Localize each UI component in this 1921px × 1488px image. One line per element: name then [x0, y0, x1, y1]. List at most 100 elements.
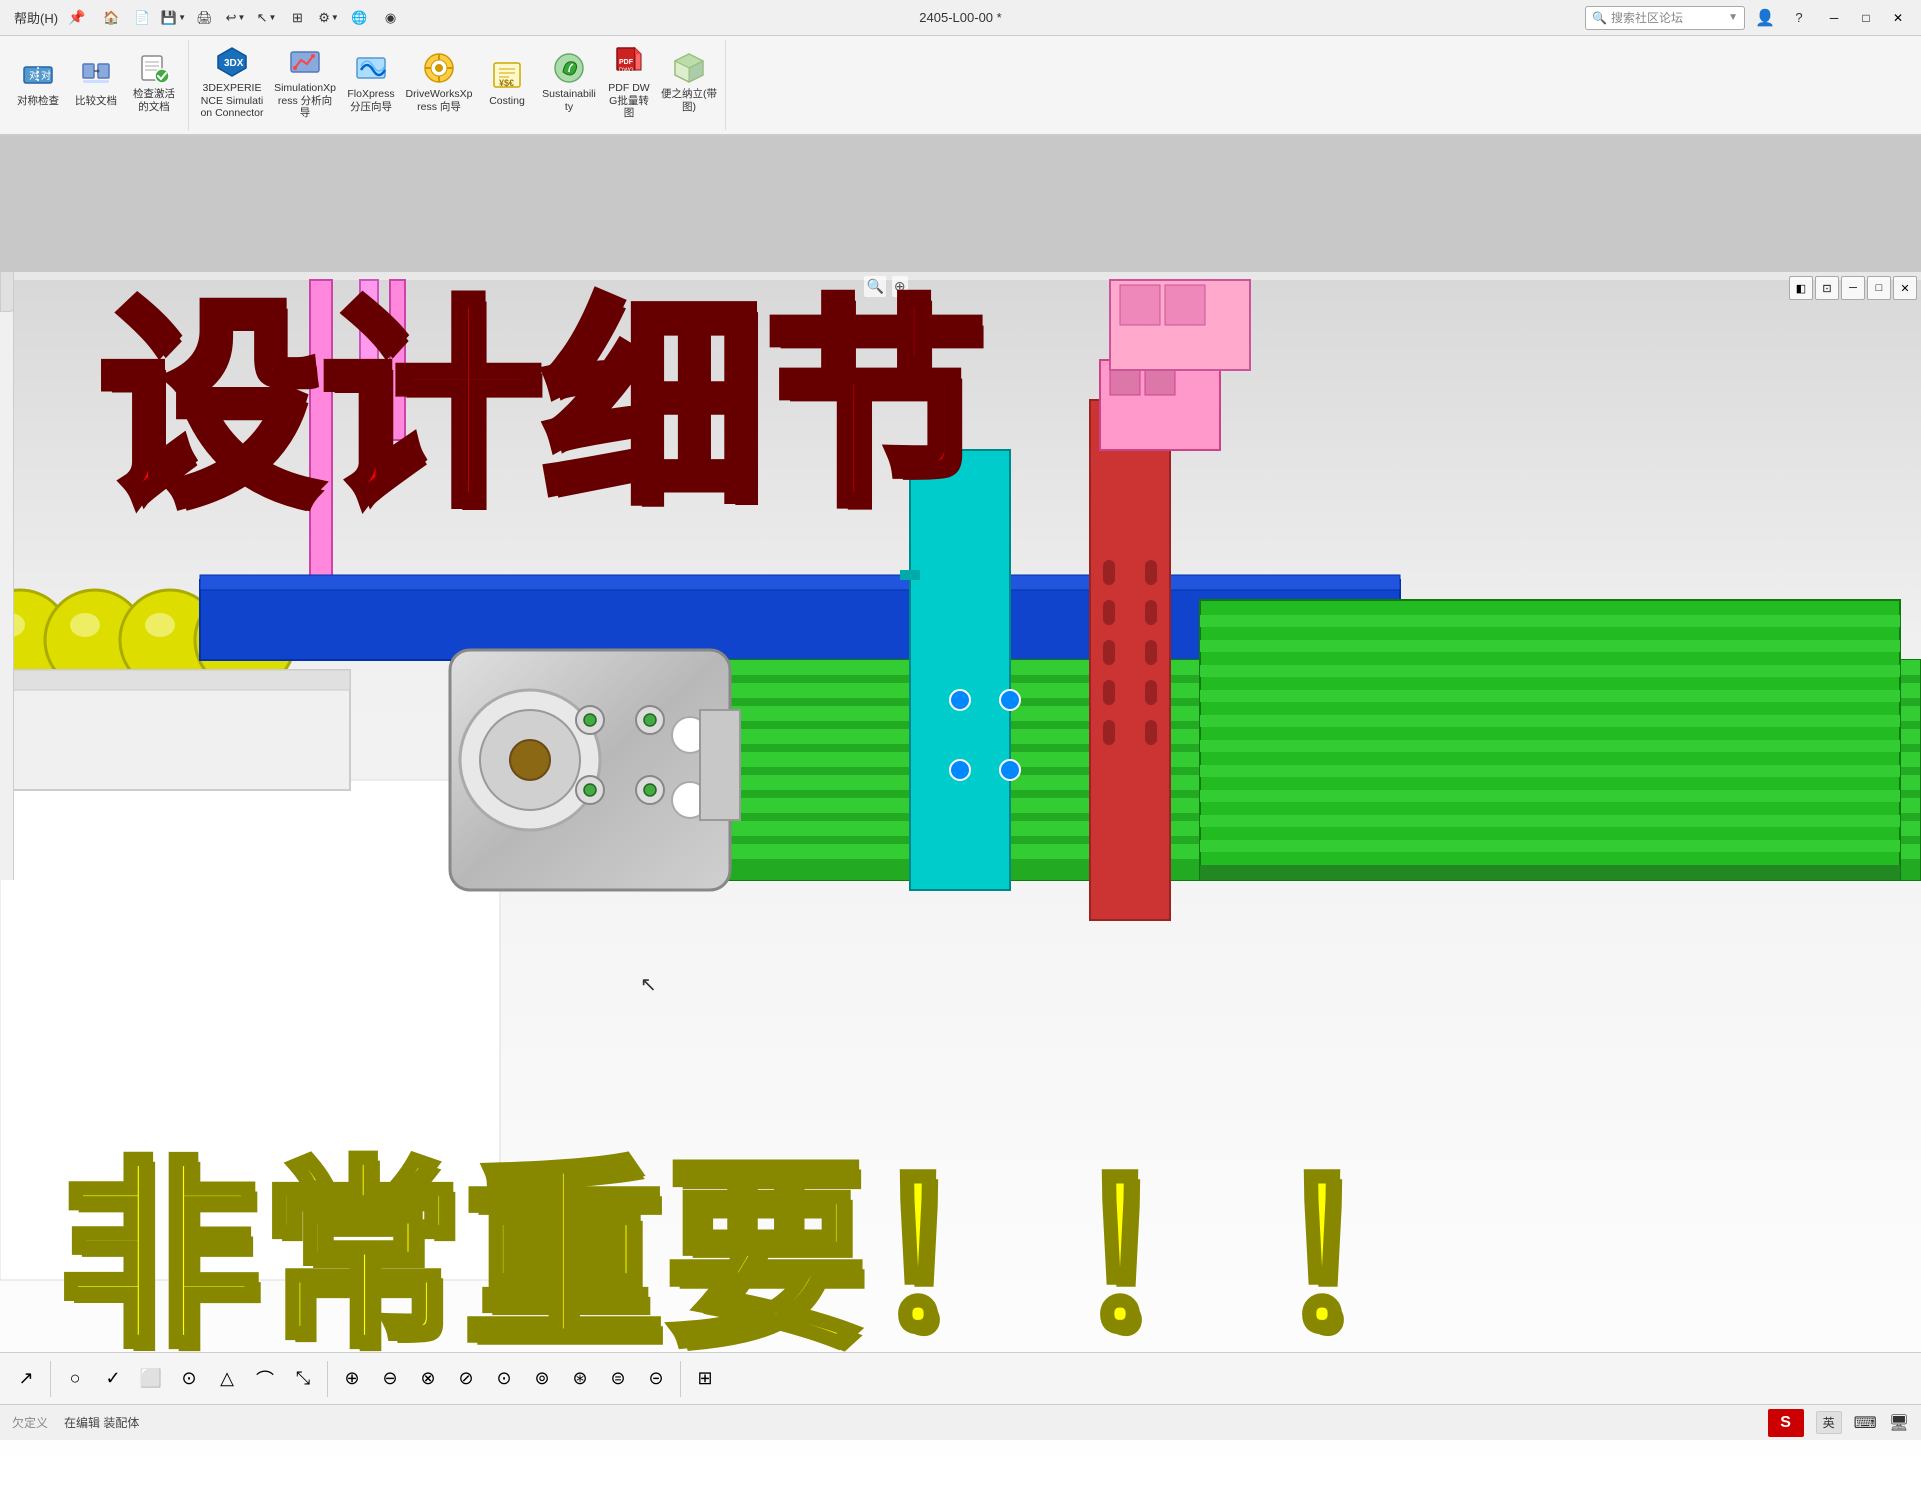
tool-symmetry-check[interactable]: 对 对 对称检查: [10, 42, 66, 122]
toolbar-group-symmetry: 对 对 对称检查 比较文档: [4, 40, 189, 130]
status-spelling: 欠定义: [12, 1414, 48, 1431]
toolbar: 对 对 对称检查 比较文档: [0, 36, 1921, 136]
tool-simulation-xpress[interactable]: SimulationXpress 分析向导: [271, 42, 339, 122]
bt-circle[interactable]: ○: [57, 1359, 93, 1399]
bt-resize[interactable]: ⤡: [285, 1359, 321, 1399]
tool-sustainability[interactable]: Sustainability: [539, 42, 599, 122]
bt-add[interactable]: ⊕: [334, 1359, 370, 1399]
viewport-minimize-btn[interactable]: ─: [1841, 276, 1865, 300]
help-icon[interactable]: ?: [1785, 4, 1813, 32]
titlebar: 帮助(H) 📌 🏠 📄 💾▼ 🖨 ↩▼ ↖▼ ⊞ ⚙▼ 🌐 ◉ 2405-L00…: [0, 0, 1921, 36]
bt-rect[interactable]: ⬜: [133, 1359, 169, 1399]
titlebar-center: 2405-L00-00 *: [919, 10, 1001, 25]
tool-立体图-label: 便之纳立(带图): [661, 88, 717, 113]
tool-pdf-dwg[interactable]: PDF DWG PDF DWG批量转图: [603, 42, 655, 122]
svg-text:¥$€: ¥$€: [499, 78, 514, 88]
cad-canvas[interactable]: ◧ ⊡ ─ □ ✕ 🔍 ⊕ ◄ 设计细节 非常重要！！！ ↖: [0, 272, 1921, 1488]
bt-cursor[interactable]: ↗: [8, 1359, 44, 1399]
statusbar: 欠定义 在编辑 装配体 S 英 ⌨ 🖥: [0, 1404, 1921, 1440]
canvas-top-tools: 🔍 ⊕: [864, 276, 907, 297]
cursor-icon[interactable]: ↖▼: [252, 4, 280, 32]
viewport-close-btn[interactable]: ✕: [1893, 276, 1917, 300]
toolbar-group-xpress: 3DX 3DEXPERIENCE Simulation Connector Si…: [191, 40, 726, 130]
tool-3dexperience-label: 3DEXPERIENCE Simulation Connector: [199, 82, 265, 120]
maximize-btn[interactable]: □: [1851, 4, 1881, 32]
cad-model: [0, 272, 1921, 1488]
bt-empty[interactable]: ⊘: [448, 1359, 484, 1399]
search-placeholder: 搜索社区论坛: [1611, 9, 1683, 26]
bt-ring[interactable]: ⊚: [524, 1359, 560, 1399]
tool-simulation-label: SimulationXpress 分析向导: [273, 82, 337, 120]
svg-text:PDF: PDF: [619, 59, 634, 66]
grid-icon[interactable]: ⊞: [283, 4, 311, 32]
bt-tri[interactable]: △: [209, 1359, 245, 1399]
bt-minus-circle[interactable]: ⊝: [638, 1359, 674, 1399]
svg-text:对: 对: [29, 69, 39, 82]
tool-drive-works-label: DriveWorksXpress 向导: [405, 88, 473, 113]
tool-costing-label: Costing: [489, 95, 525, 108]
bt-dot2[interactable]: ⊙: [486, 1359, 522, 1399]
bt-sep3: [680, 1361, 681, 1397]
help-menu[interactable]: 帮助(H): [8, 6, 64, 29]
save-dropdown[interactable]: 💾▼: [159, 4, 187, 32]
status-mode: 在编辑 装配体: [64, 1414, 139, 1431]
tool-立体图[interactable]: 便之纳立(带图): [659, 42, 719, 122]
status-icon-keyboard: ⌨: [1854, 1413, 1877, 1433]
tool-compare-docs-label: 比较文档: [75, 95, 117, 108]
sw-icon[interactable]: ◉: [376, 4, 404, 32]
minimize-btn[interactable]: ─: [1819, 4, 1849, 32]
tool-flo-label: FloXpress 分压向导: [345, 88, 397, 113]
svg-text:DWG: DWG: [619, 68, 634, 74]
tool-flo-xpress[interactable]: FloXpress 分压向导: [343, 42, 399, 122]
bottom-toolbar: ↗ ○ ✓ ⬜ ⊙ △ ⌒ ⤡ ⊕ ⊖ ⊗ ⊘ ⊙ ⊚ ⊛ ⊜ ⊝ ⊞: [0, 1352, 1921, 1404]
bt-equal[interactable]: ⊜: [600, 1359, 636, 1399]
viewport-restore-btn[interactable]: □: [1867, 276, 1891, 300]
bt-grid[interactable]: ⊞: [687, 1359, 723, 1399]
tool-check-active[interactable]: 检查激活的文档: [126, 42, 182, 122]
search-box[interactable]: 🔍 搜索社区论坛 ▼: [1585, 6, 1745, 30]
sw-logo: S: [1768, 1409, 1804, 1437]
titlebar-left: 帮助(H) 📌 🏠 📄 💾▼ 🖨 ↩▼ ↖▼ ⊞ ⚙▼ 🌐 ◉: [8, 4, 404, 32]
tool-costing[interactable]: ¥$€ Costing: [479, 42, 535, 122]
user-icon[interactable]: 👤: [1751, 4, 1779, 32]
status-icon-monitor: 🖥: [1889, 1413, 1909, 1433]
tool-pdf-label: PDF DWG批量转图: [605, 82, 653, 120]
bt-dot[interactable]: ⊙: [171, 1359, 207, 1399]
file-icon[interactable]: 📄: [128, 4, 156, 32]
viewport-controls: ◧ ⊡ ─ □ ✕: [1789, 276, 1917, 300]
bt-sep1: [50, 1361, 51, 1397]
bt-star[interactable]: ⊛: [562, 1359, 598, 1399]
left-panel-toggle[interactable]: ◄: [0, 272, 14, 312]
tool-check-active-label: 检查激活的文档: [128, 88, 180, 113]
bt-check[interactable]: ✓: [95, 1359, 131, 1399]
tool-compare-docs[interactable]: 比较文档: [68, 42, 124, 122]
globe-icon[interactable]: 🌐: [345, 4, 373, 32]
settings-icon[interactable]: ⚙▼: [314, 4, 342, 32]
tool-symmetry-check-label: 对称检查: [17, 95, 59, 108]
close-btn[interactable]: ✕: [1883, 4, 1913, 32]
undo-icon[interactable]: ↩▼: [221, 4, 249, 32]
viewport-expand-btn[interactable]: ◧: [1789, 276, 1813, 300]
bt-cross[interactable]: ⊗: [410, 1359, 446, 1399]
bt-sub[interactable]: ⊖: [372, 1359, 408, 1399]
pin-icon[interactable]: 📌: [68, 9, 85, 26]
svg-text:对: 对: [41, 69, 51, 82]
canvas-tool-2[interactable]: ⊕: [892, 276, 908, 297]
main-viewport: ◧ ⊡ ─ □ ✕ 🔍 ⊕ ◄ 设计细节 非常重要！！！ ↖: [0, 272, 1921, 1488]
bt-arc[interactable]: ⌒: [247, 1359, 283, 1399]
window-controls: ─ □ ✕: [1819, 4, 1913, 32]
print-icon[interactable]: 🖨: [190, 4, 218, 32]
canvas-tool-1[interactable]: 🔍: [864, 276, 885, 297]
viewport-left-panel: ◄: [0, 272, 14, 880]
document-title: 2405-L00-00 *: [919, 10, 1001, 25]
viewport-grid-btn[interactable]: ⊡: [1815, 276, 1839, 300]
home-icon[interactable]: 🏠: [97, 4, 125, 32]
bt-sep2: [327, 1361, 328, 1397]
status-lang[interactable]: 英: [1816, 1411, 1842, 1434]
tool-sustainability-label: Sustainability: [541, 88, 597, 113]
titlebar-right: 🔍 搜索社区论坛 ▼ 👤 ? ─ □ ✕: [1585, 4, 1913, 32]
tool-drive-works[interactable]: DriveWorksXpress 向导: [403, 42, 475, 122]
svg-text:3DX: 3DX: [224, 58, 244, 69]
tool-3dexperience[interactable]: 3DX 3DEXPERIENCE Simulation Connector: [197, 42, 267, 122]
statusbar-right: S 英 ⌨ 🖥: [1768, 1409, 1909, 1437]
